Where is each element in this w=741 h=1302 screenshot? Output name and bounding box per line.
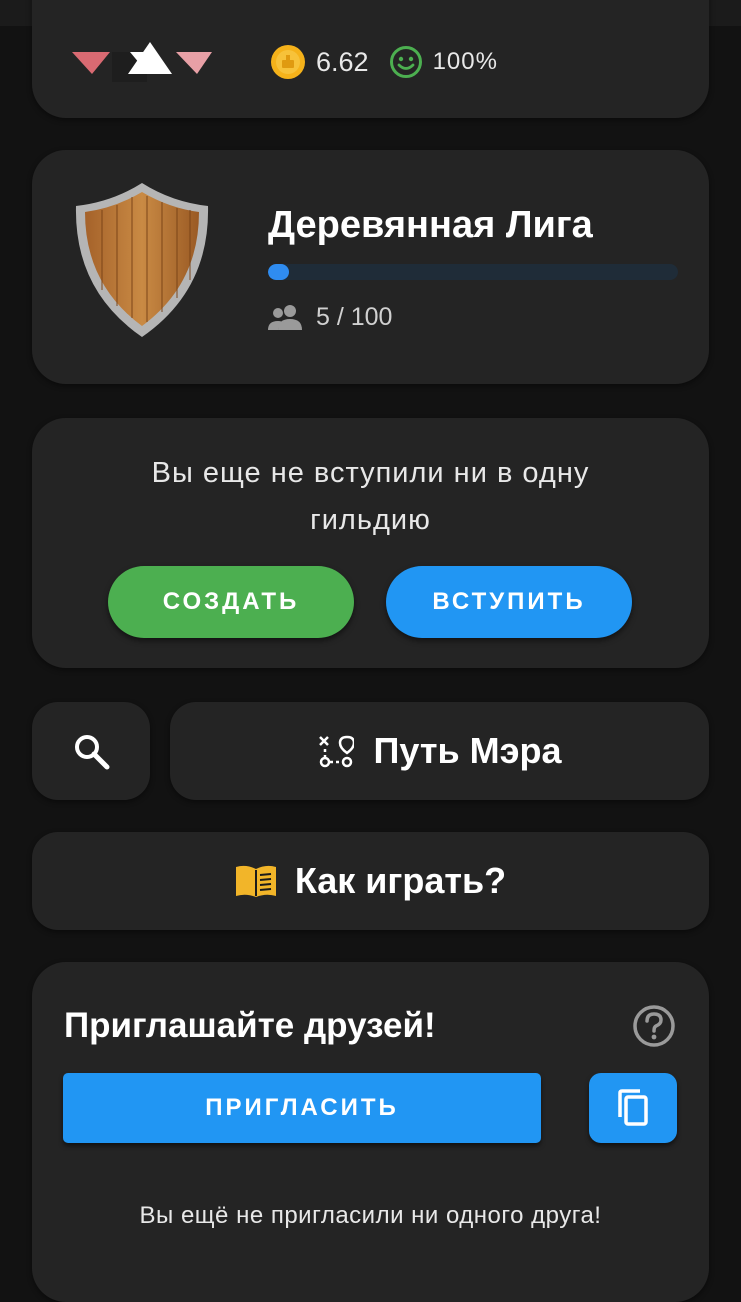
mayor-path-label: Путь Мэра [373,730,562,771]
coins-stat: 6.62 [270,44,369,80]
invite-status-text: Вы ещё не пригласили ни одного друга! [139,1202,602,1229]
search-button[interactable] [32,702,150,800]
create-guild-button[interactable]: СОЗДАТЬ [108,566,354,638]
how-to-play-label: Как играть? [294,860,507,901]
league-progress-fill [268,264,289,280]
coin-icon [271,45,305,79]
smile-icon [389,46,422,78]
city-logo-icon [72,42,212,82]
invite-button[interactable]: ПРИГЛАСИТЬ [63,1073,541,1143]
invite-card: Приглашайте друзей! ПРИГЛАСИТЬ Вы ещё не… [32,962,709,1302]
copy-link-button[interactable] [589,1073,677,1143]
guild-status-text: Вы еще не вступили ни в одну гильдию [151,457,590,536]
people-icon [268,305,302,330]
guild-card: Вы еще не вступили ни в одну гильдию СОЗ… [32,418,709,668]
search-icon [75,735,110,770]
mood-value: 100% [432,48,498,75]
route-icon [318,735,354,768]
members-count: 5 / 100 [316,302,393,331]
stats-row: 6.62 100% [270,44,498,80]
mood-stat: 100% [369,45,498,79]
invite-title: Приглашайте друзей! [64,1006,436,1045]
profile-card: 6.62 100% [32,0,709,118]
copy-icon [618,1089,648,1126]
league-title: Деревянная Лига [268,204,593,246]
coins-value: 6.62 [316,46,369,77]
league-members: 5 / 100 [268,302,392,332]
mayor-path-button[interactable]: Путь Мэра [170,702,709,800]
wooden-shield-icon [75,183,209,337]
book-icon [235,865,276,897]
how-to-play-button[interactable]: Как играть? [32,832,709,930]
league-progress-bar [268,264,678,280]
league-card[interactable]: Деревянная Лига 5 / 100 [32,150,709,384]
join-guild-button[interactable]: ВСТУПИТЬ [386,566,632,638]
help-circle-icon[interactable] [632,1004,676,1048]
